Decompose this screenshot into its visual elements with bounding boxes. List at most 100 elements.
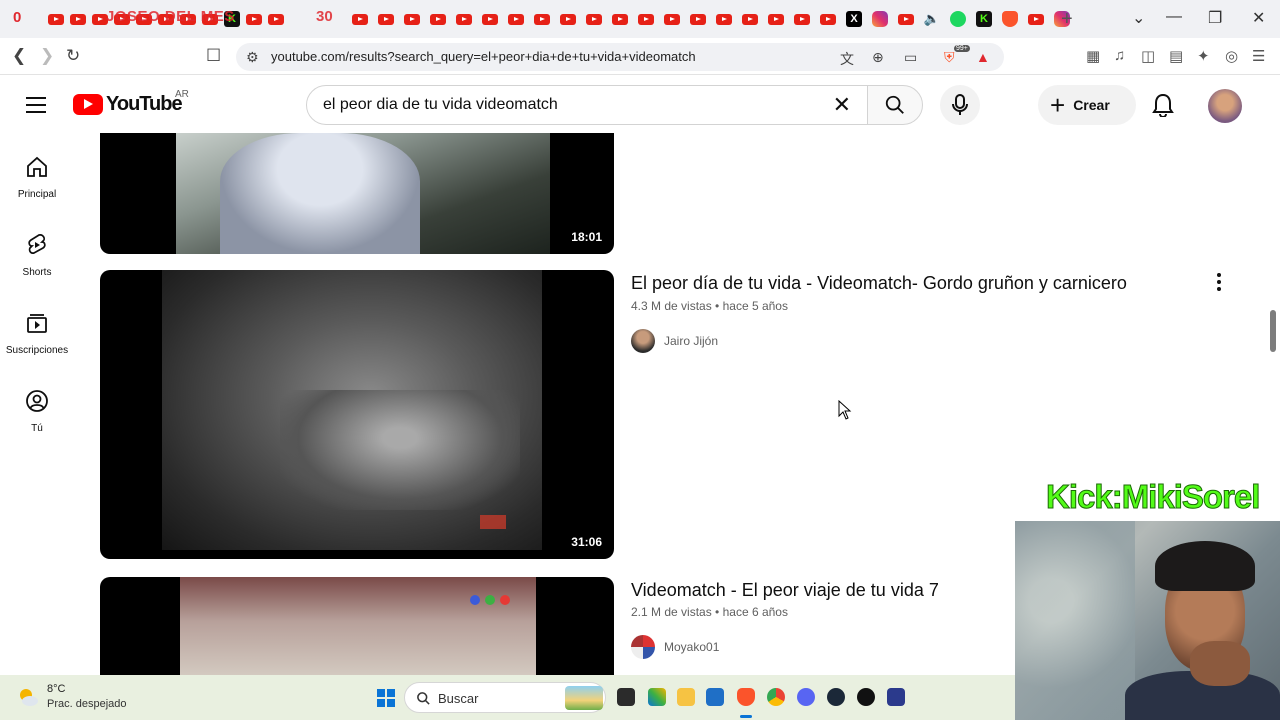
wallet-icon[interactable]: ▤ [1169, 47, 1183, 65]
youtube-tab-icon[interactable] [246, 13, 262, 25]
menu-icon[interactable]: ☰ [1252, 47, 1265, 65]
page-scrollbar[interactable] [1270, 310, 1276, 352]
channel-avatar[interactable] [631, 329, 655, 353]
zoom-icon[interactable]: ⊕ [872, 49, 884, 66]
new-tab-button[interactable]: + [1061, 8, 1073, 31]
speaker-icon[interactable]: 🔈 [924, 11, 940, 27]
youtube-tab-icon[interactable] [404, 13, 420, 25]
leo-ai-icon[interactable]: ✦ [1197, 47, 1210, 65]
file-explorer-icon[interactable] [677, 688, 695, 706]
chrome-taskbar-icon[interactable] [767, 688, 785, 706]
restore-icon[interactable]: ❐ [1208, 8, 1222, 28]
search-button[interactable] [867, 85, 923, 125]
bookmark-icon[interactable]: ☐ [206, 46, 221, 66]
search-input[interactable]: el peor dia de tu vida videomatch ✕ [306, 85, 868, 125]
channel-name[interactable]: Moyako01 [664, 640, 719, 654]
channel-info[interactable]: Jairo Jijón [631, 329, 718, 353]
tab-search-icon[interactable]: ⌄ [1132, 8, 1145, 28]
youtube-tab-icon[interactable] [508, 13, 524, 25]
youtube-tab-icon[interactable] [352, 13, 368, 25]
instagram-tab-icon[interactable] [872, 11, 888, 27]
channel-avatar[interactable] [631, 635, 655, 659]
video-title[interactable]: Videomatch - El peor viaje de tu vida 7 [631, 580, 939, 601]
youtube-tab-icon[interactable] [456, 13, 472, 25]
store-icon[interactable] [648, 688, 666, 706]
sidebar-item-principal[interactable]: Principal [0, 155, 74, 202]
forward-icon[interactable]: ❯ [40, 46, 54, 66]
microsoft-store-icon[interactable] [706, 688, 724, 706]
clear-search-icon[interactable]: ✕ [833, 92, 851, 118]
youtube-tab-icon[interactable] [268, 13, 284, 25]
minimize-icon[interactable]: — [1166, 8, 1182, 26]
video-thumbnail[interactable]: 18:01 [100, 133, 614, 254]
youtube-tab-icon[interactable] [586, 13, 602, 25]
address-bar[interactable]: ⚙ youtube.com/results?search_query=el+pe… [236, 43, 1004, 71]
task-view-icon[interactable] [617, 688, 635, 706]
youtube-header: YouTube AR el peor dia de tu vida videom… [0, 75, 1280, 133]
account-avatar[interactable] [1208, 89, 1242, 123]
youtube-tab-icon[interactable] [534, 13, 550, 25]
youtube-tab-icon[interactable] [690, 13, 706, 25]
weather-icon[interactable] [16, 685, 40, 709]
weather-temperature[interactable]: 8°C [47, 683, 65, 695]
x-tab-icon[interactable]: X [846, 11, 862, 27]
youtube-tab-icon[interactable] [768, 13, 784, 25]
windows-start-icon[interactable] [377, 689, 395, 707]
sidebar-toggle-icon[interactable]: ◫ [1141, 47, 1155, 65]
close-window-icon[interactable]: ✕ [1252, 8, 1265, 28]
plus-icon: + [1050, 90, 1066, 120]
youtube-tab-icon[interactable] [664, 13, 680, 25]
search-value[interactable]: el peor dia de tu vida videomatch [323, 96, 558, 114]
url-text[interactable]: youtube.com/results?search_query=el+peor… [271, 49, 696, 64]
brave-shields-icon[interactable]: ⛨ [944, 49, 955, 66]
brave-taskbar-icon[interactable] [737, 688, 755, 706]
extensions-icon[interactable]: ▦ [1086, 47, 1100, 65]
sidebar-item-tu[interactable]: Tú [0, 389, 74, 436]
youtube-tab-icon[interactable] [898, 13, 914, 25]
youtube-tab-icon[interactable] [820, 13, 836, 25]
voice-search-button[interactable] [940, 85, 980, 125]
translate-icon[interactable]: 文 [840, 49, 854, 69]
video-thumbnail[interactable]: 31:06 [100, 270, 614, 559]
weather-description[interactable]: Prac. despejado [47, 698, 127, 710]
youtube-tab-icon[interactable] [742, 13, 758, 25]
vpn-icon[interactable]: ◎ [1225, 47, 1238, 65]
notifications-bell-icon[interactable] [1152, 93, 1174, 117]
youtube-tab-icon[interactable] [482, 13, 498, 25]
video-thumbnail[interactable] [100, 577, 614, 675]
youtube-tab-icon[interactable] [70, 13, 86, 25]
cast-icon[interactable]: ▭ [904, 49, 917, 66]
brave-tab-icon[interactable] [1002, 11, 1018, 27]
spotify-tab-icon[interactable] [950, 11, 966, 27]
channel-name[interactable]: Jairo Jijón [664, 334, 718, 348]
youtube-tab-icon[interactable] [638, 13, 654, 25]
windows-taskbar: 8°C Prac. despejado Buscar [0, 675, 1015, 720]
sidebar-item-shorts[interactable]: Shorts [0, 233, 74, 280]
action-menu-icon[interactable] [1217, 273, 1221, 294]
app-taskbar-icon[interactable] [887, 688, 905, 706]
back-icon[interactable]: ❮ [12, 46, 26, 66]
youtube-tab-icon[interactable] [430, 13, 446, 25]
guide-menu-icon[interactable] [26, 97, 46, 118]
youtube-logo[interactable]: YouTube [73, 93, 183, 116]
youtube-tab-icon[interactable] [612, 13, 628, 25]
brave-rewards-icon[interactable]: ▲ [976, 49, 990, 65]
youtube-tab-icon[interactable] [378, 13, 394, 25]
steam-taskbar-icon[interactable] [827, 688, 845, 706]
site-settings-icon[interactable]: ⚙ [246, 49, 259, 66]
media-icon[interactable]: ♫ [1114, 47, 1125, 64]
kick-tab-icon[interactable]: K [976, 11, 992, 27]
youtube-tab-icon[interactable] [716, 13, 732, 25]
obs-taskbar-icon[interactable] [857, 688, 875, 706]
youtube-tab-icon[interactable] [560, 13, 576, 25]
create-button[interactable]: + Crear [1038, 85, 1136, 125]
taskbar-search[interactable]: Buscar [404, 682, 606, 713]
channel-info[interactable]: Moyako01 [631, 635, 719, 659]
youtube-tab-icon[interactable] [794, 13, 810, 25]
sidebar-item-suscripciones[interactable]: Suscripciones [0, 311, 74, 358]
youtube-tab-icon[interactable] [48, 13, 64, 25]
video-title[interactable]: El peor día de tu vida - Videomatch- Gor… [631, 273, 1127, 294]
reload-icon[interactable]: ↻ [66, 46, 80, 66]
discord-taskbar-icon[interactable] [797, 688, 815, 706]
youtube-tab-icon[interactable] [1028, 13, 1044, 25]
